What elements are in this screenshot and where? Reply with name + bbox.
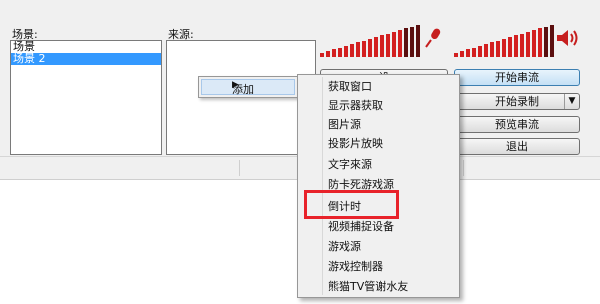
meter-segment — [502, 39, 506, 57]
highlight-annotation — [304, 190, 399, 219]
menu-item-panda-tv[interactable]: 熊猫TV管谢水友 — [328, 279, 408, 295]
meter-segment — [374, 37, 378, 57]
desktop-volume-meter[interactable] — [454, 24, 554, 57]
meter-segment — [356, 42, 360, 57]
meter-segment — [338, 48, 342, 57]
meter-segment — [460, 51, 464, 57]
meter-segment — [392, 32, 396, 57]
add-source-menu[interactable]: 获取窗口 显示器获取 图片源 投影片放映 文字來源 防卡死游戏源 倒计时 视频捕… — [297, 74, 460, 298]
status-divider — [238, 160, 240, 176]
meter-segment — [398, 30, 402, 57]
menu-item-monitor-capture[interactable]: 显示器获取 — [328, 98, 383, 114]
start-record-label: 开始录制 — [495, 95, 539, 108]
meter-segment — [544, 27, 548, 57]
menu-item-image-source[interactable]: 图片源 — [328, 117, 361, 133]
meter-segment — [466, 49, 470, 57]
menu-item-text-source[interactable]: 文字來源 — [328, 157, 372, 173]
meter-segment — [514, 35, 518, 57]
scenes-list[interactable]: 场景 场景 2 — [10, 40, 162, 155]
mic-volume-meter[interactable] — [320, 24, 420, 57]
scene-item-selected[interactable]: 场景 2 — [11, 53, 161, 65]
menu-gutter — [322, 77, 323, 295]
start-record-button[interactable]: 开始录制 ▼ — [454, 93, 580, 110]
preview-stream-label: 预览串流 — [495, 118, 539, 131]
meter-segment — [538, 28, 542, 57]
start-stream-label: 开始串流 — [495, 71, 539, 84]
meter-segment — [520, 34, 524, 57]
meter-segment — [484, 44, 488, 57]
meter-segment — [320, 53, 324, 57]
meter-segment — [362, 41, 366, 57]
meter-segment — [386, 34, 390, 57]
record-dropdown-arrow-icon[interactable]: ▼ — [564, 94, 579, 109]
meter-segment — [550, 25, 554, 57]
meter-segment — [532, 30, 536, 57]
exit-label: 退出 — [506, 140, 528, 153]
meter-segment — [508, 37, 512, 57]
meter-segment — [490, 42, 494, 57]
menu-item-add[interactable]: 添加 ▶ — [201, 79, 295, 96]
menu-item-game-source[interactable]: 游戏源 — [328, 239, 361, 255]
meter-segment — [410, 27, 414, 57]
preview-stream-button[interactable]: 预览串流 — [454, 116, 580, 133]
menu-item-game-controller[interactable]: 游戏控制器 — [328, 259, 383, 275]
context-menu[interactable]: 添加 ▶ — [198, 76, 298, 98]
meter-segment — [332, 49, 336, 57]
meter-segment — [368, 39, 372, 57]
status-divider — [462, 160, 464, 176]
meter-segment — [526, 32, 530, 57]
submenu-arrow-icon: ▶ — [232, 80, 239, 90]
meter-segment — [380, 35, 384, 57]
meter-segment — [416, 25, 420, 57]
exit-button[interactable]: 退出 — [454, 138, 580, 155]
meter-segment — [344, 46, 348, 57]
meter-segment — [478, 46, 482, 57]
menu-item-slideshow[interactable]: 投影片放映 — [328, 136, 383, 152]
start-stream-button[interactable]: 开始串流 — [454, 69, 580, 86]
meter-segment — [454, 53, 458, 57]
meter-segment — [326, 51, 330, 57]
meter-segment — [350, 44, 354, 57]
menu-item-window-capture[interactable]: 获取窗口 — [328, 79, 372, 95]
meter-segment — [404, 28, 408, 57]
microphone-icon[interactable] — [425, 28, 441, 48]
meter-segment — [496, 41, 500, 57]
speaker-icon[interactable] — [556, 28, 580, 48]
menu-item-video-capture-device[interactable]: 视频捕捉设备 — [328, 219, 394, 235]
meter-segment — [472, 48, 476, 57]
